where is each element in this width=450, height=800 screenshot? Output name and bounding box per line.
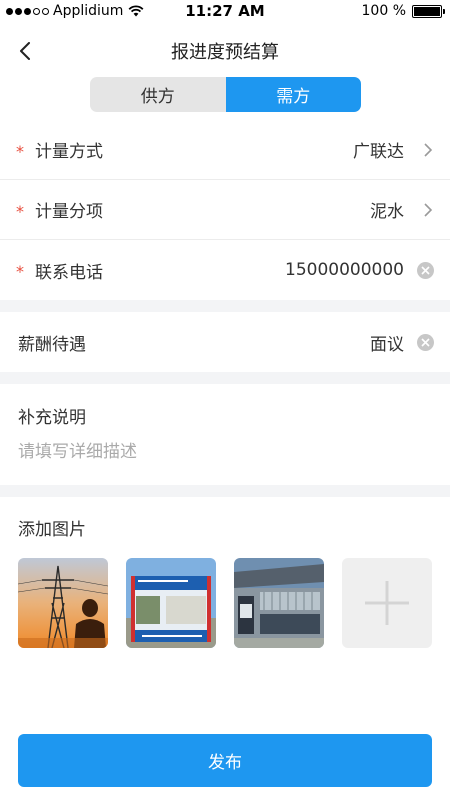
clear-salary-icon[interactable] bbox=[417, 333, 434, 351]
required-mark: * bbox=[16, 202, 24, 221]
add-image-button[interactable] bbox=[342, 558, 432, 648]
measure-method-value: 广联达 bbox=[353, 142, 404, 162]
tab-supplier[interactable]: 供方 bbox=[90, 77, 226, 112]
measure-method-row[interactable]: * 计量方式 广联达 bbox=[0, 120, 450, 180]
chevron-right-icon bbox=[424, 142, 433, 157]
phone-field[interactable]: 15000000000 bbox=[285, 260, 404, 280]
battery-level-fill bbox=[414, 6, 440, 16]
tab-demander[interactable]: 需方 bbox=[225, 77, 361, 112]
status-bar: Applidium 11:27 AM 100 % bbox=[0, 0, 450, 22]
notes-input[interactable] bbox=[18, 442, 428, 462]
notes-label: 补充说明 bbox=[18, 408, 86, 428]
required-mark: * bbox=[16, 262, 24, 281]
salary-label: 薪酬待遇 bbox=[18, 334, 86, 355]
section-divider bbox=[0, 372, 450, 384]
page-title: 报进度预结算 bbox=[171, 42, 279, 63]
thumbnail-sport-building[interactable] bbox=[234, 558, 324, 648]
thumbnail-power-tower[interactable] bbox=[18, 558, 108, 648]
measure-item-label: 计量分项 bbox=[35, 202, 103, 222]
power-tower-photo bbox=[18, 558, 108, 648]
measure-item-row[interactable]: * 计量分项 泥水 bbox=[0, 180, 450, 240]
thumbnail-construction-sign[interactable] bbox=[126, 558, 216, 648]
status-right: 100 % bbox=[361, 3, 445, 19]
section-divider bbox=[0, 300, 450, 312]
measure-item-value: 泥水 bbox=[370, 202, 404, 222]
required-mark: * bbox=[16, 142, 24, 161]
role-segmented-control: 供方 需方 bbox=[90, 77, 361, 112]
battery-percent: 100 % bbox=[361, 3, 406, 19]
nav-bar: 报进度预结算 bbox=[0, 22, 450, 77]
image-thumbnails bbox=[18, 558, 432, 648]
chevron-right-icon bbox=[424, 202, 433, 217]
phone-row[interactable]: * 联系电话 15000000000 bbox=[0, 240, 450, 300]
phone-label: 联系电话 bbox=[35, 262, 103, 283]
publish-button[interactable]: 发布 bbox=[18, 734, 432, 787]
plus-icon bbox=[365, 581, 409, 625]
measure-method-label: 计量方式 bbox=[35, 142, 103, 162]
images-label: 添加图片 bbox=[18, 520, 86, 540]
battery-icon bbox=[412, 4, 445, 18]
salary-field[interactable]: 面议 bbox=[370, 330, 404, 355]
sport-building-photo bbox=[234, 558, 324, 648]
clear-phone-icon[interactable] bbox=[417, 261, 434, 279]
section-divider bbox=[0, 485, 450, 497]
construction-sign-photo bbox=[126, 558, 216, 648]
salary-row[interactable]: 薪酬待遇 面议 bbox=[0, 312, 450, 372]
